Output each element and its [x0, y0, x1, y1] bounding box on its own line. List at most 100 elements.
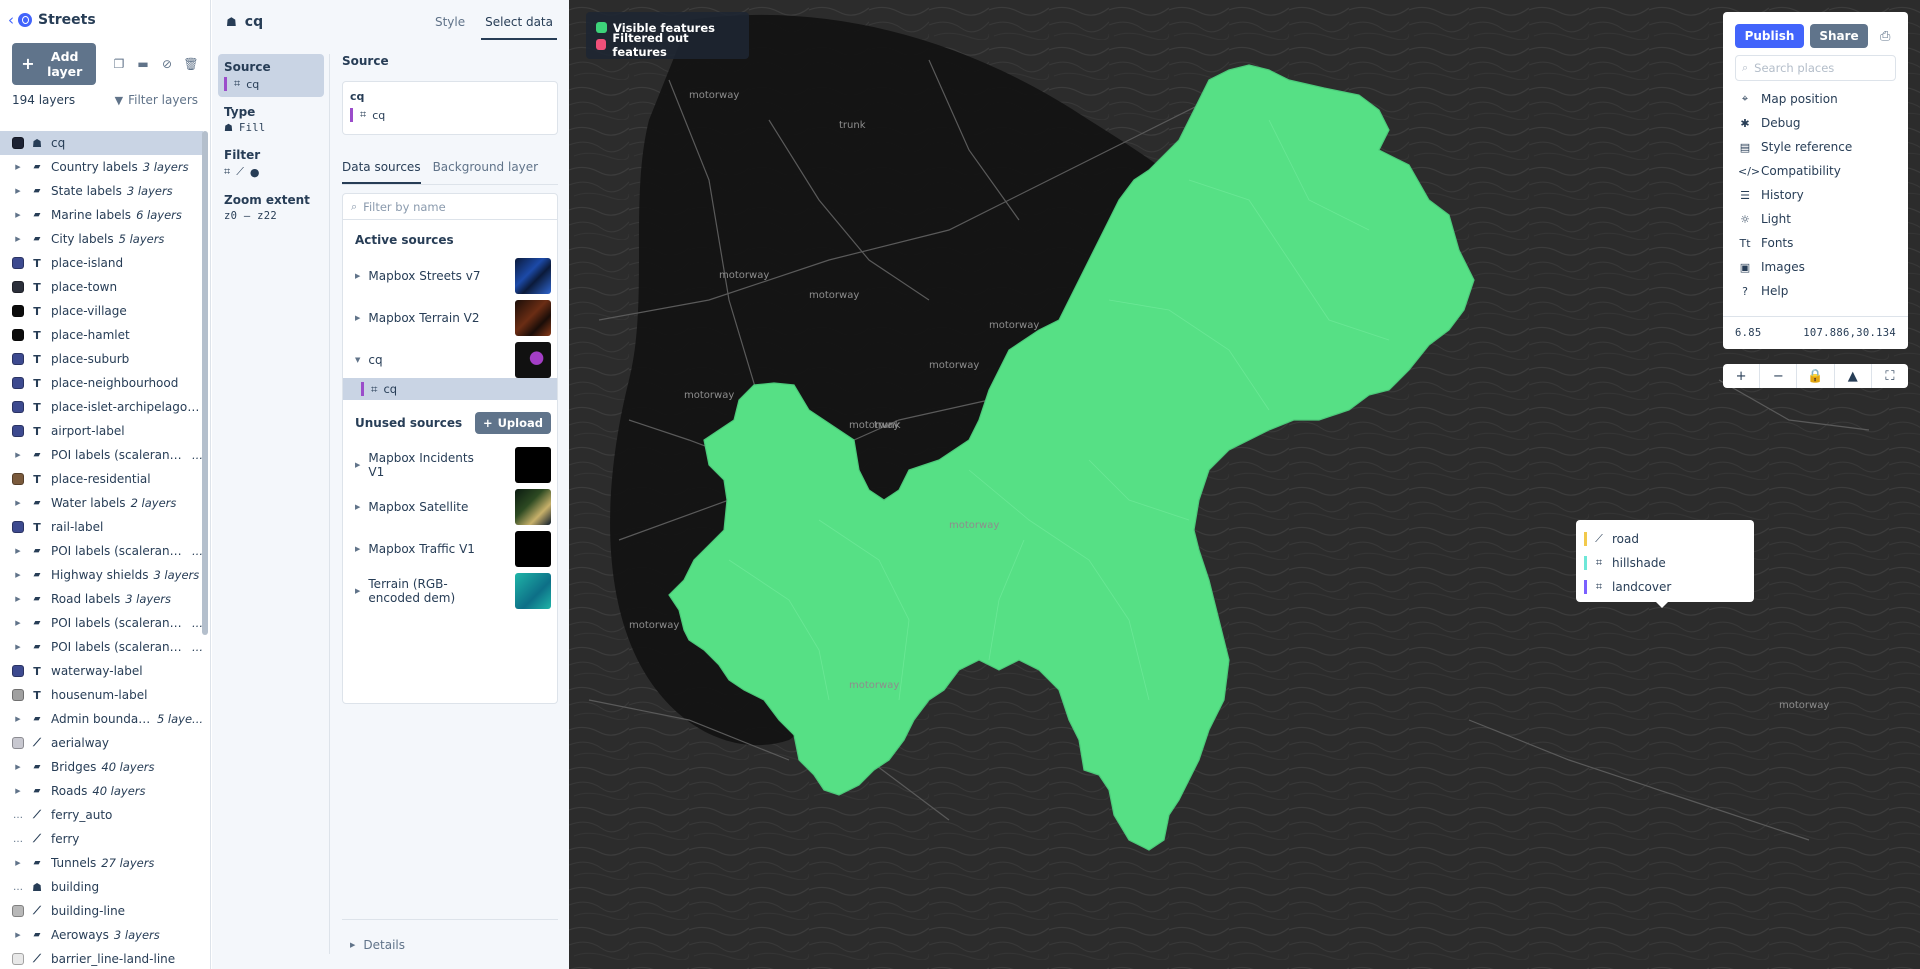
active-source-row[interactable]: ▼ cq	[343, 339, 557, 381]
caret-right-icon[interactable]: ▶	[355, 545, 360, 553]
caret-right-icon[interactable]: ▶	[12, 451, 24, 459]
filter-by-name-input[interactable]: ⌕ Filter by name	[343, 194, 557, 220]
layer-row[interactable]: Tairport-label	[0, 419, 203, 443]
menu-item-debug[interactable]: ✱ Debug	[1735, 111, 1896, 135]
caret-right-icon[interactable]: ▶	[355, 461, 360, 469]
layer-group-row[interactable]: ▶ ▰ Bridges 40 layers	[0, 755, 203, 779]
caret-right-icon[interactable]: ▶	[355, 503, 360, 511]
layer-group-row[interactable]: ▶ ▰ POI labels (scalerank 1)...	[0, 443, 203, 467]
layer-row[interactable]: … ⟋ ferry	[0, 827, 203, 851]
mapbox-logo-icon[interactable]	[18, 13, 32, 27]
duplicate-layer-icon[interactable]: ❐	[112, 57, 126, 71]
layer-row[interactable]: Tplace-hamlet	[0, 323, 203, 347]
layer-row[interactable]: Tplace-islet-archipelago-...	[0, 395, 203, 419]
caret-right-icon[interactable]: ▶	[12, 211, 24, 219]
search-places-input[interactable]: ⌕ Search places	[1735, 55, 1896, 81]
layer-group-row[interactable]: ▶ ▰ Admin boundaries 5 laye...	[0, 707, 203, 731]
nav-filter[interactable]: Filter ⌗ ⟋ ●	[218, 142, 324, 185]
current-source-box[interactable]: cq ⌗ cq	[342, 81, 558, 135]
details-toggle[interactable]: ▶ Details	[342, 919, 558, 969]
caret-right-icon[interactable]: ▶	[355, 587, 360, 595]
popup-feature-row[interactable]: ⌗ hillshade	[1584, 551, 1746, 575]
nav-source[interactable]: Source ⌗ cq	[218, 54, 324, 97]
tab-data-sources[interactable]: Data sources	[342, 155, 421, 184]
zoom-in-button[interactable]: +	[1723, 364, 1759, 388]
layer-row[interactable]: Twaterway-label	[0, 659, 203, 683]
popup-feature-row[interactable]: ⌗ landcover	[1584, 575, 1746, 599]
zoom-out-button[interactable]: −	[1759, 364, 1796, 388]
layer-row[interactable]: ⟋ barrier_line-land-line	[0, 947, 203, 969]
tab-style[interactable]: Style	[431, 12, 469, 40]
tab-select-data[interactable]: Select data	[481, 12, 557, 40]
caret-right-icon[interactable]: ▶	[12, 187, 24, 195]
layer-row[interactable]: Trail-label	[0, 515, 203, 539]
layer-group-row[interactable]: ▶ ▰ Water labels 2 layers	[0, 491, 203, 515]
tab-background-layer[interactable]: Background layer	[433, 155, 539, 184]
share-button[interactable]: Share	[1810, 24, 1868, 48]
caret-right-icon[interactable]: ▶	[12, 547, 24, 555]
nav-zoom-extent[interactable]: Zoom extent z0 – z22	[218, 187, 324, 228]
caret-right-icon[interactable]: ▶	[12, 715, 24, 723]
layer-group-row[interactable]: ▶ ▰ POI labels (scalerank 2)...	[0, 539, 203, 563]
layer-group-row[interactable]: ▶ ▰ Marine labels 6 layers	[0, 203, 203, 227]
menu-item-help[interactable]: ? Help	[1735, 279, 1896, 303]
caret-right-icon[interactable]: ▶	[355, 272, 360, 280]
unused-source-row[interactable]: ▶ Mapbox Traffic V1	[343, 528, 557, 570]
hide-layer-icon[interactable]: ⊘	[160, 57, 174, 71]
layer-list-scrollbar[interactable]	[202, 131, 208, 635]
layer-row[interactable]: … ⟋ ferry_auto	[0, 803, 203, 827]
active-source-row[interactable]: ▶ Mapbox Terrain V2	[343, 297, 557, 339]
layer-row[interactable]: Thousenum-label	[0, 683, 203, 707]
unused-source-row[interactable]: ▶ Mapbox Incidents V1	[343, 444, 557, 486]
caret-right-icon[interactable]: ▶	[12, 643, 24, 651]
caret-right-icon[interactable]: ▶	[12, 571, 24, 579]
back-icon[interactable]: ‹	[8, 11, 14, 29]
layer-row[interactable]: Tplace-suburb	[0, 347, 203, 371]
group-layers-icon[interactable]: ▬	[136, 57, 150, 71]
layer-row[interactable]: Tplace-residential	[0, 467, 203, 491]
layer-row[interactable]: ⟋ building-line	[0, 899, 203, 923]
map-canvas[interactable]: motorway trunk motorway motorway motorway mot…	[569, 0, 1920, 969]
menu-item-images[interactable]: ▣ Images	[1735, 255, 1896, 279]
caret-right-icon[interactable]: ▶	[12, 619, 24, 627]
add-layer-button[interactable]: + Add layer	[12, 43, 96, 85]
caret-right-icon[interactable]: ▶	[355, 314, 360, 322]
menu-item-light[interactable]: ☼ Light	[1735, 207, 1896, 231]
lock-button[interactable]: 🔒	[1796, 364, 1833, 388]
layer-group-row[interactable]: ▶ ▰ Roads 40 layers	[0, 779, 203, 803]
layer-group-row[interactable]: ▶ ▰ Highway shields 3 layers	[0, 563, 203, 587]
menu-item-fonts[interactable]: Tt Fonts	[1735, 231, 1896, 255]
source-layer-item[interactable]: ⌗ cq	[343, 378, 557, 400]
layer-group-row[interactable]: ▶ ▰ Road labels 3 layers	[0, 587, 203, 611]
popup-feature-row[interactable]: ⟋ road	[1584, 527, 1746, 551]
active-source-row[interactable]: ▶ Mapbox Streets v7	[343, 255, 557, 297]
layer-group-row[interactable]: ▶ ▰ State labels 3 layers	[0, 179, 203, 203]
layer-row[interactable]: ⟋ aerialway	[0, 731, 203, 755]
unused-source-row[interactable]: ▶ Mapbox Satellite	[343, 486, 557, 528]
layer-row[interactable]: Tplace-village	[0, 299, 203, 323]
layer-row[interactable]: Tplace-neighbourhood	[0, 371, 203, 395]
layer-group-row[interactable]: ▶ ▰ Aeroways 3 layers	[0, 923, 203, 947]
menu-item-style-reference[interactable]: ▤ Style reference	[1735, 135, 1896, 159]
print-icon[interactable]: ⎙	[1880, 29, 1890, 44]
delete-layer-icon[interactable]: 🗑	[183, 57, 198, 71]
caret-right-icon[interactable]: ▶	[12, 931, 24, 939]
layer-row[interactable]: … ☗ building	[0, 875, 203, 899]
unused-source-row[interactable]: ▶ Terrain (RGB-encoded dem)	[343, 570, 557, 612]
caret-right-icon[interactable]: ▶	[12, 163, 24, 171]
filter-layers-button[interactable]: ▼ Filter layers	[115, 93, 198, 107]
layer-group-row[interactable]: ▶ ▰ Tunnels 27 layers	[0, 851, 203, 875]
publish-button[interactable]: Publish	[1735, 24, 1804, 48]
layer-group-row[interactable]: ▶ ▰ POI labels (scalerank 4)...	[0, 635, 203, 659]
upload-button[interactable]: + Upload	[474, 412, 551, 434]
layer-row[interactable]: ☗ cq	[0, 131, 203, 155]
caret-right-icon[interactable]: ▶	[12, 235, 24, 243]
caret-right-icon[interactable]: ▶	[12, 595, 24, 603]
layer-row[interactable]: Tplace-town	[0, 275, 203, 299]
layer-group-row[interactable]: ▶ ▰ POI labels (scalerank 3)...	[0, 611, 203, 635]
menu-item-compatibility[interactable]: </> Compatibility	[1735, 159, 1896, 183]
fullscreen-button[interactable]: ⛶	[1870, 364, 1908, 388]
caret-right-icon[interactable]: ▶	[12, 787, 24, 795]
caret-right-icon[interactable]: ▶	[12, 763, 24, 771]
layer-group-row[interactable]: ▶ ▰ Country labels 3 layers	[0, 155, 203, 179]
